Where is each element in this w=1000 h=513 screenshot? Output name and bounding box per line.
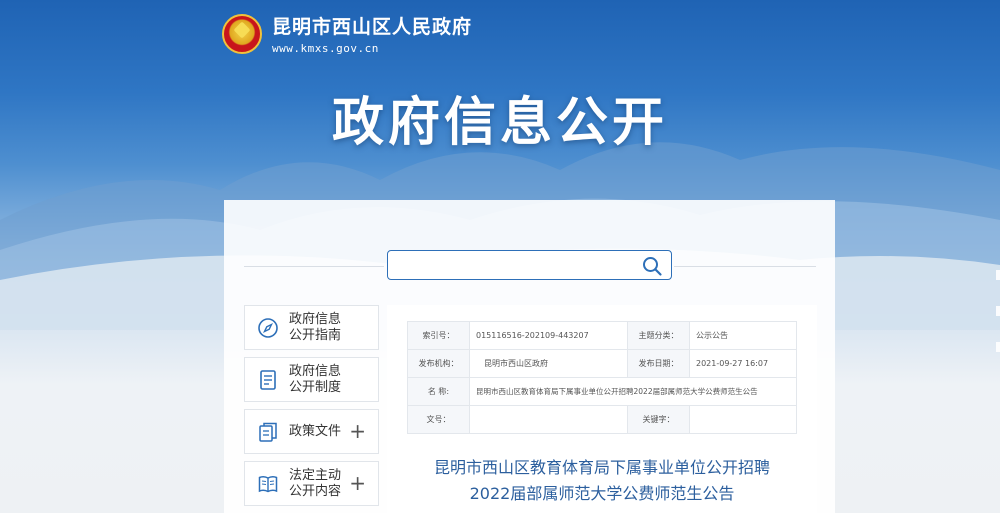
main-container: 政府信息 公开指南 政府信息 公开制度 政策文件 + 法定主动 公开内容 + 索…	[224, 200, 835, 513]
edge-decoration	[996, 270, 1000, 378]
meta-value-keywords	[688, 405, 798, 434]
document-meta-table: 索引号： 015116516-202109-443207 主题分类： 公示公告 …	[407, 321, 798, 434]
sidebar-item-policy-documents[interactable]: 政策文件 +	[244, 409, 379, 454]
meta-label-keywords: 关键字：	[626, 405, 690, 434]
meta-label-name: 名 称:	[407, 377, 470, 406]
search-input[interactable]	[396, 251, 641, 279]
sidebar-item-disclosure-guide[interactable]: 政府信息 公开指南	[244, 305, 379, 350]
national-emblem-icon	[222, 13, 262, 54]
sidebar-item-label: 政府信息 公开指南	[289, 311, 342, 343]
meta-label-category: 主题分类：	[626, 321, 690, 350]
meta-label-date: 发布日期：	[626, 349, 690, 378]
meta-value-publisher: 昆明市西山区政府	[469, 349, 628, 378]
site-url: www.kmxs.gov.cn	[272, 42, 379, 55]
sidebar-item-label: 政府信息 公开制度	[289, 363, 342, 395]
article-panel: 索引号： 015116516-202109-443207 主题分类： 公示公告 …	[387, 305, 817, 513]
sidebar-item-disclosure-system[interactable]: 政府信息 公开制度	[244, 357, 379, 402]
sidebar-item-label: 政策文件	[289, 423, 342, 439]
compass-icon	[258, 317, 278, 338]
article-title: 昆明市西山区教育体育局下属事业单位公开招聘 2022届部属师范大学公费师范生公告	[397, 455, 807, 507]
meta-label-publisher: 发布机构：	[407, 349, 470, 378]
book-icon	[258, 475, 278, 492]
page-title: 政府信息公开	[331, 93, 668, 153]
expand-plus-icon[interactable]: +	[349, 472, 366, 494]
meta-value-doc-no	[469, 405, 628, 434]
sidebar-item-label: 法定主动 公开内容	[289, 467, 342, 499]
meta-value-date: 2021-09-27 16:07	[688, 349, 798, 378]
search-icon[interactable]	[641, 255, 663, 277]
divider-right	[674, 266, 816, 267]
sidebar: 政府信息 公开指南 政府信息 公开制度 政策文件 + 法定主动 公开内容 +	[244, 305, 379, 513]
meta-label-doc-no: 文号：	[407, 405, 470, 434]
meta-value-category: 公示公告	[688, 321, 798, 350]
site-name: 昆明市西山区人民政府	[272, 16, 473, 38]
article-title-line-2: 2022届部属师范大学公费师范生公告	[469, 484, 735, 503]
site-logo[interactable]: 昆明市西山区人民政府 www.kmxs.gov.cn	[222, 12, 472, 55]
divider-left	[244, 266, 384, 267]
sidebar-item-statutory-content[interactable]: 法定主动 公开内容 +	[244, 461, 379, 506]
search-box	[387, 250, 672, 280]
meta-value-name: 昆明市西山区教育体育局下属事业单位公开招聘2022届部属师范大学公费师范生公告	[469, 377, 797, 406]
document-icon	[260, 369, 276, 390]
files-icon	[259, 422, 277, 442]
article-title-line-1: 昆明市西山区教育体育局下属事业单位公开招聘	[433, 458, 770, 477]
expand-plus-icon[interactable]: +	[349, 420, 366, 442]
meta-value-index-no: 015116516-202109-443207	[469, 321, 628, 350]
meta-label-index-no: 索引号：	[407, 321, 470, 350]
